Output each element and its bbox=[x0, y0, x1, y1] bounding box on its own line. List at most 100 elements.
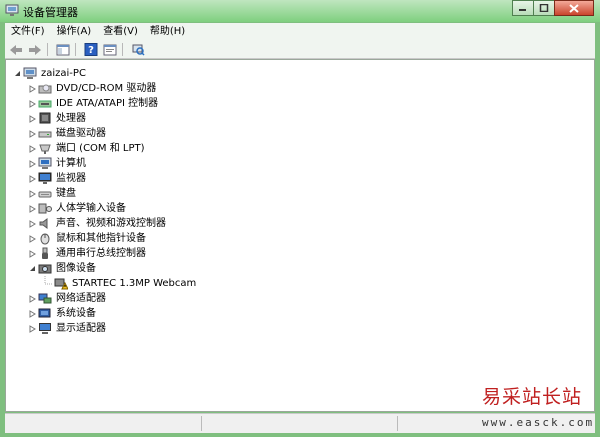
tree-item-expanded[interactable]: 图像设备 bbox=[27, 261, 96, 276]
port-icon bbox=[37, 142, 52, 155]
tree-item-label: 声音、视频和游戏控制器 bbox=[56, 218, 166, 229]
caption-buttons bbox=[512, 0, 594, 18]
tree-item-label: 显示适配器 bbox=[56, 323, 106, 334]
menu-file[interactable]: 文件(F) bbox=[5, 23, 51, 41]
watermark-name: 易采站长站 bbox=[482, 386, 583, 408]
tree-item-label: 鼠标和其他指针设备 bbox=[56, 233, 146, 244]
tree-item-label: 计算机 bbox=[56, 158, 86, 169]
expand-arrow-icon[interactable] bbox=[27, 156, 37, 171]
tree-item[interactable]: 人体学输入设备 bbox=[27, 201, 126, 216]
tree-item[interactable]: 计算机 bbox=[27, 156, 86, 171]
tree-item-label: DVD/CD-ROM 驱动器 bbox=[56, 83, 157, 94]
webcam-warning-icon bbox=[53, 277, 68, 290]
tree-item[interactable]: DVD/CD-ROM 驱动器 bbox=[27, 81, 156, 96]
tree-item[interactable]: 鼠标和其他指针设备 bbox=[27, 231, 146, 246]
tree-item-label: 图像设备 bbox=[56, 263, 96, 274]
expand-arrow-icon[interactable] bbox=[27, 201, 37, 216]
tree-root[interactable]: zaizai-PC bbox=[12, 66, 86, 81]
expand-arrow-icon[interactable] bbox=[27, 291, 37, 306]
tree-item-label: 通用串行总线控制器 bbox=[56, 248, 146, 259]
device-manager-icon bbox=[5, 4, 19, 17]
monitor-icon bbox=[37, 172, 52, 185]
maximize-button[interactable] bbox=[533, 0, 555, 16]
tree-item[interactable]: 系统设备 bbox=[27, 306, 96, 321]
expand-arrow-icon[interactable] bbox=[27, 81, 37, 96]
collapse-arrow-icon[interactable] bbox=[12, 66, 22, 81]
expand-arrow-icon[interactable] bbox=[27, 141, 37, 156]
mouse-icon bbox=[37, 232, 52, 245]
show-hide-tree-button[interactable] bbox=[55, 43, 71, 57]
minimize-button[interactable] bbox=[512, 0, 534, 16]
window-title: 设备管理器 bbox=[23, 6, 78, 19]
expand-arrow-icon[interactable] bbox=[27, 126, 37, 141]
title-bar[interactable]: 设备管理器 bbox=[0, 0, 600, 22]
toolbar: ? bbox=[5, 41, 595, 59]
keyboard-icon bbox=[37, 187, 52, 200]
tree-item-label: 网络适配器 bbox=[56, 293, 106, 304]
tree-item[interactable]: IDE ATA/ATAPI 控制器 bbox=[27, 96, 158, 111]
sound-icon bbox=[37, 217, 52, 230]
tree-item[interactable]: 声音、视频和游戏控制器 bbox=[27, 216, 166, 231]
close-icon bbox=[569, 3, 579, 13]
svg-text:?: ? bbox=[88, 45, 94, 56]
toolbar-separator bbox=[75, 43, 76, 56]
tree-item[interactable]: 键盘 bbox=[27, 186, 76, 201]
watermark-url: www.easck.com bbox=[482, 416, 595, 429]
tree-item[interactable]: 处理器 bbox=[27, 111, 86, 126]
expand-arrow-icon[interactable] bbox=[27, 306, 37, 321]
ide-controller-icon bbox=[37, 97, 52, 110]
toolbar-separator bbox=[47, 43, 48, 56]
device-tree-pane[interactable]: zaizai-PC DVD/CD-ROM 驱动器 IDE ATA/ATAPI 控… bbox=[5, 59, 595, 412]
properties-button[interactable] bbox=[102, 43, 118, 57]
expand-arrow-icon[interactable] bbox=[27, 96, 37, 111]
help-button[interactable]: ? bbox=[83, 43, 99, 57]
tree-item[interactable]: 网络适配器 bbox=[27, 291, 106, 306]
close-button[interactable] bbox=[554, 0, 594, 16]
expand-arrow-icon[interactable] bbox=[27, 171, 37, 186]
menu-view[interactable]: 查看(V) bbox=[97, 23, 144, 41]
scan-hardware-button[interactable] bbox=[130, 43, 146, 57]
maximize-icon bbox=[539, 4, 549, 12]
expand-arrow-icon[interactable] bbox=[27, 321, 37, 336]
menu-help[interactable]: 帮助(H) bbox=[144, 23, 191, 41]
network-adapter-icon bbox=[37, 292, 52, 305]
status-divider bbox=[201, 416, 202, 431]
expand-arrow-icon[interactable] bbox=[27, 231, 37, 246]
computer-icon bbox=[37, 157, 52, 170]
imaging-device-icon bbox=[37, 262, 52, 275]
processor-icon bbox=[37, 112, 52, 125]
tree-item[interactable]: 磁盘驱动器 bbox=[27, 126, 106, 141]
tree-item-label: 系统设备 bbox=[56, 308, 96, 319]
back-button[interactable] bbox=[8, 43, 24, 57]
tree-item-label: 处理器 bbox=[56, 113, 86, 124]
toolbar-separator bbox=[122, 43, 123, 56]
collapse-arrow-icon[interactable] bbox=[27, 261, 37, 276]
expand-arrow-icon[interactable] bbox=[27, 216, 37, 231]
back-arrow-icon bbox=[10, 44, 22, 55]
properties-icon bbox=[103, 44, 117, 55]
usb-icon bbox=[37, 247, 52, 260]
tree-root-label: zaizai-PC bbox=[41, 68, 86, 79]
forward-arrow-icon bbox=[29, 44, 41, 55]
window: 设备管理器 文件(F) 操作(A) 查看(V) 帮助(H) ? zaizai-P… bbox=[0, 0, 600, 437]
forward-button[interactable] bbox=[27, 43, 43, 57]
tree-item[interactable]: 端口 (COM 和 LPT) bbox=[27, 141, 145, 156]
dvd-drive-icon bbox=[37, 82, 52, 95]
tree-item-child[interactable]: STARTEC 1.3MP Webcam bbox=[43, 276, 196, 291]
tree-item[interactable]: 监视器 bbox=[27, 171, 86, 186]
expand-arrow-icon[interactable] bbox=[27, 246, 37, 261]
system-device-icon bbox=[37, 307, 52, 320]
disk-drive-icon bbox=[37, 127, 52, 140]
expand-arrow-icon[interactable] bbox=[27, 186, 37, 201]
tree-item[interactable]: 显示适配器 bbox=[27, 321, 106, 336]
tree-branch-line bbox=[43, 276, 53, 291]
tree-item-label: 监视器 bbox=[56, 173, 86, 184]
menu-action[interactable]: 操作(A) bbox=[51, 23, 98, 41]
expand-arrow-icon[interactable] bbox=[27, 111, 37, 126]
display-adapter-icon bbox=[37, 322, 52, 335]
tree-item[interactable]: 通用串行总线控制器 bbox=[27, 246, 146, 261]
tree-item-label: 磁盘驱动器 bbox=[56, 128, 106, 139]
tree-item-label: 键盘 bbox=[56, 188, 76, 199]
help-icon: ? bbox=[84, 43, 98, 56]
status-divider bbox=[397, 416, 398, 431]
